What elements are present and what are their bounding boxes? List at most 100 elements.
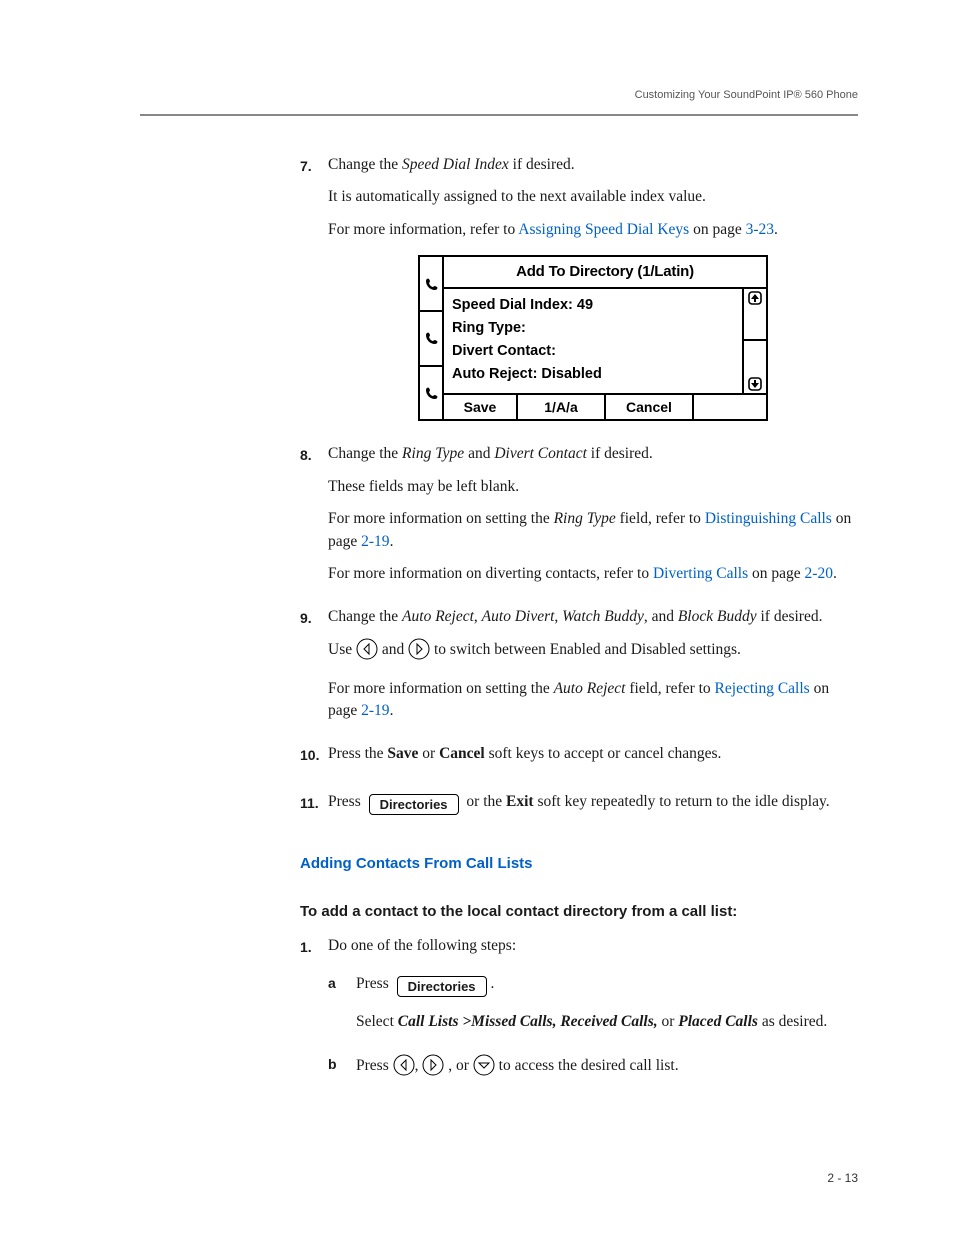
step-8-line3: For more information on setting the Ring… bbox=[328, 508, 858, 553]
text: or the bbox=[463, 793, 506, 810]
text: For more information on setting the bbox=[328, 510, 554, 527]
lcd-field-divert-contact: Divert Contact: bbox=[452, 341, 734, 362]
link-diverting-calls[interactable]: Diverting Calls bbox=[653, 565, 748, 582]
text: Change the bbox=[328, 156, 402, 173]
running-header: Customizing Your SoundPoint IP® 560 Phon… bbox=[140, 88, 858, 104]
text: Change the bbox=[328, 608, 402, 625]
softkey-cancel: Cancel bbox=[606, 395, 694, 419]
step-number: 1. bbox=[300, 935, 328, 1103]
softkey-mode: 1/A/a bbox=[518, 395, 606, 419]
arrow-right-icon bbox=[408, 638, 430, 667]
page-ref[interactable]: 3-23 bbox=[746, 221, 774, 238]
text: or bbox=[418, 745, 439, 762]
text: and bbox=[464, 445, 494, 462]
text: to access the desired call list. bbox=[495, 1057, 679, 1074]
substep-b-line1: Press , , or to acc bbox=[356, 1054, 858, 1083]
directories-key: Directories bbox=[369, 794, 459, 815]
step-1: 1. Do one of the following steps: a Pres… bbox=[300, 935, 858, 1103]
text: . bbox=[491, 975, 495, 992]
directories-key: Directories bbox=[397, 976, 487, 997]
lcd-field-ring-type: Ring Type: bbox=[452, 318, 734, 339]
section-heading-adding-contacts: Adding Contacts From Call Lists bbox=[300, 853, 858, 875]
text: if desired. bbox=[587, 445, 653, 462]
text: Select bbox=[356, 1013, 398, 1030]
page-ref[interactable]: 2-19 bbox=[361, 702, 389, 719]
text: field, refer to bbox=[625, 680, 714, 697]
arrow-left-icon bbox=[356, 638, 378, 667]
header-rule bbox=[140, 114, 858, 116]
step-number: 9. bbox=[300, 606, 328, 733]
text: and bbox=[382, 641, 408, 658]
softkey-save: Save bbox=[444, 395, 518, 419]
link-distinguishing-calls[interactable]: Distinguishing Calls bbox=[705, 510, 832, 527]
softkey-blank bbox=[694, 395, 766, 419]
bold: Cancel bbox=[439, 745, 485, 762]
substep-a: a Press Directories. Select Call Lists >… bbox=[328, 973, 858, 1043]
link-rejecting-calls[interactable]: Rejecting Calls bbox=[715, 680, 810, 697]
text: , or bbox=[444, 1057, 472, 1074]
arrow-right-icon bbox=[422, 1054, 444, 1083]
step-8-line4: For more information on diverting contac… bbox=[328, 563, 858, 585]
bold: Exit bbox=[506, 793, 534, 810]
step-10-line1: Press the Save or Cancel soft keys to ac… bbox=[328, 743, 858, 765]
text: , bbox=[474, 608, 482, 625]
page-ref[interactable]: 2-19 bbox=[361, 533, 389, 550]
phone-lcd-figure: Add To Directory (1/Latin) Speed Dial In… bbox=[418, 255, 768, 421]
emphasis: Auto Divert bbox=[482, 608, 555, 625]
step-7: 7. Change the Speed Dial Index if desire… bbox=[300, 154, 858, 434]
emphasis: Ring Type bbox=[554, 510, 616, 527]
link-assigning-speed-dial[interactable]: Assigning Speed Dial Keys bbox=[518, 221, 689, 238]
text: on page bbox=[748, 565, 804, 582]
emphasis-bold: Placed Calls bbox=[678, 1013, 758, 1030]
step-9-line2: Use and to switch between Enabled and Di… bbox=[328, 638, 858, 667]
step-number: 8. bbox=[300, 443, 328, 595]
step-7-line2: It is automatically assigned to the next… bbox=[328, 186, 858, 208]
step-7-line3: For more information, refer to Assigning… bbox=[328, 219, 858, 241]
phone-icon bbox=[420, 257, 442, 310]
text: Use bbox=[328, 641, 356, 658]
text: For more information, refer to bbox=[328, 221, 518, 238]
step-8: 8. Change the Ring Type and Divert Conta… bbox=[300, 443, 858, 595]
page-number: 2 - 13 bbox=[827, 1170, 858, 1187]
lcd-title: Add To Directory (1/Latin) bbox=[444, 257, 766, 289]
arrow-left-icon bbox=[393, 1054, 415, 1083]
page-ref[interactable]: 2-20 bbox=[805, 565, 833, 582]
step-10: 10. Press the Save or Cancel soft keys t… bbox=[300, 743, 858, 775]
emphasis: Auto Reject bbox=[402, 608, 474, 625]
emphasis-bold: Call Lists >Missed Calls, Received Calls… bbox=[398, 1013, 658, 1030]
text: field, refer to bbox=[616, 510, 705, 527]
text: , and bbox=[644, 608, 678, 625]
step-number: 11. bbox=[300, 791, 328, 825]
step-9-line1: Change the Auto Reject, Auto Divert, Wat… bbox=[328, 606, 858, 628]
text: Press bbox=[356, 1057, 393, 1074]
phone-icon bbox=[420, 365, 442, 420]
step-number: 10. bbox=[300, 743, 328, 775]
substep-letter: a bbox=[328, 973, 356, 1043]
text: Change the bbox=[328, 445, 402, 462]
lcd-field-auto-reject: Auto Reject: Disabled bbox=[452, 364, 734, 385]
step-7-line1: Change the Speed Dial Index if desired. bbox=[328, 154, 858, 176]
text: . bbox=[833, 565, 837, 582]
step-11: 11. Press Directories or the Exit soft k… bbox=[300, 791, 858, 825]
text: or bbox=[658, 1013, 679, 1030]
emphasis: Divert Contact bbox=[494, 445, 587, 462]
text: Press bbox=[328, 793, 365, 810]
step-11-line1: Press Directories or the Exit soft key r… bbox=[328, 791, 858, 815]
arrow-down-icon bbox=[744, 339, 766, 393]
procedure-heading: To add a contact to the local contact di… bbox=[300, 901, 858, 923]
text: if desired. bbox=[509, 156, 575, 173]
bold: Save bbox=[387, 745, 418, 762]
text: For more information on diverting contac… bbox=[328, 565, 653, 582]
text: as desired. bbox=[758, 1013, 827, 1030]
step-9-line3: For more information on setting the Auto… bbox=[328, 678, 858, 723]
step-8-line2: These fields may be left blank. bbox=[328, 476, 858, 498]
text: soft key repeatedly to return to the idl… bbox=[534, 793, 830, 810]
substep-b: b Press , , or bbox=[328, 1054, 858, 1093]
text: . bbox=[390, 533, 394, 550]
step-8-line1: Change the Ring Type and Divert Contact … bbox=[328, 443, 858, 465]
substep-a-line2: Select Call Lists >Missed Calls, Receive… bbox=[356, 1011, 858, 1033]
lcd-scrollbar bbox=[742, 289, 766, 393]
arrow-down-icon bbox=[473, 1054, 495, 1083]
phone-icon bbox=[420, 310, 442, 365]
emphasis: Watch Buddy bbox=[562, 608, 644, 625]
